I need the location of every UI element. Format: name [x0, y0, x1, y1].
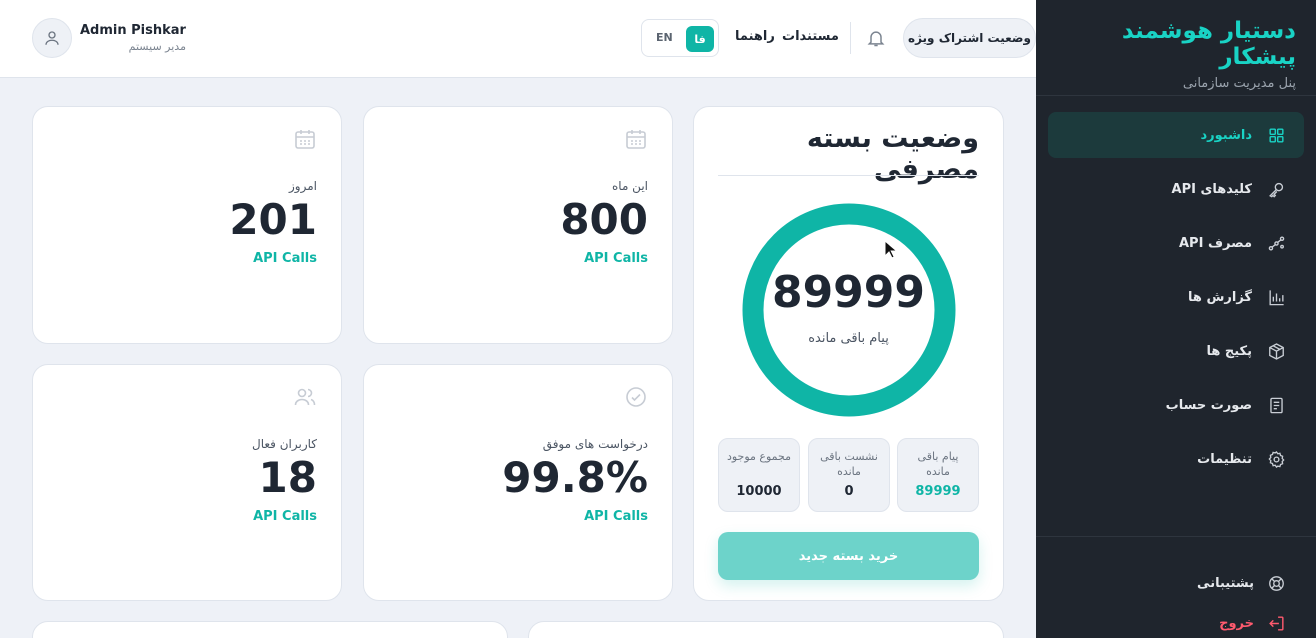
bottom-card-left	[32, 621, 508, 638]
user-name: Admin Pishkar	[80, 23, 186, 38]
top-header: Admin Pishkar مدیر سیستم EN فا راهنما مس…	[0, 0, 1036, 78]
stat-unit: API Calls	[253, 509, 317, 524]
logout-icon	[1266, 613, 1286, 633]
bar-chart-icon	[1266, 287, 1286, 307]
brand: دستیار هوشمند پیشکار پنل مدیریت سازمانی	[1036, 0, 1316, 96]
sidebar-item-label: گزارش ها	[1188, 289, 1252, 305]
mouse-cursor-icon	[884, 240, 898, 259]
user-icon	[45, 31, 59, 45]
grid-icon	[1266, 125, 1286, 145]
stat-value: 99.8%	[502, 453, 648, 502]
stat-card-successful-requests: درخواست های موفق 99.8% API Calls	[363, 364, 673, 601]
sidebar-item-api-keys[interactable]: کلیدهای API	[1048, 166, 1304, 212]
invoice-icon	[1266, 395, 1286, 415]
avatar[interactable]	[32, 18, 72, 58]
stat-card-today: امروز 201 API Calls	[32, 106, 342, 344]
logout-link[interactable]: خروج	[1036, 603, 1316, 638]
mini-remaining-messages: پیام باقی مانده 89999	[897, 438, 979, 512]
users-icon	[294, 388, 316, 406]
route-icon	[1266, 233, 1286, 253]
sidebar-item-label: صورت حساب	[1165, 397, 1252, 413]
sidebar-item-api-usage[interactable]: مصرف API	[1048, 220, 1304, 266]
gear-icon	[1266, 449, 1286, 469]
support-label: پشتیبانی	[1197, 575, 1254, 591]
lifebuoy-icon	[1266, 573, 1286, 593]
calendar-icon	[295, 130, 315, 149]
stat-label: این ماه	[612, 179, 648, 193]
logout-label: خروج	[1219, 615, 1254, 631]
remaining-value: 89999	[771, 267, 926, 318]
stat-card-active-users: کاربران فعال 18 API Calls	[32, 364, 342, 601]
sidebar-item-packages[interactable]: پکیج ها	[1048, 328, 1304, 374]
package-divider	[718, 175, 979, 176]
subscription-status-button[interactable]: وضعیت اشتراک ویژه	[903, 18, 1036, 58]
stat-unit: API Calls	[584, 251, 648, 266]
brand-subtitle: پنل مدیریت سازمانی	[1182, 76, 1296, 91]
remaining-label: پیام باقی مانده	[808, 331, 889, 346]
sidebar-item-label: کلیدهای API	[1171, 181, 1252, 197]
notifications-button[interactable]	[866, 28, 888, 50]
sidebar-item-label: پکیج ها	[1206, 343, 1252, 359]
sidebar-item-label: تنظیمات	[1197, 451, 1252, 467]
stat-label: درخواست های موفق	[542, 437, 648, 451]
lang-fa-option[interactable]: فا	[686, 26, 714, 52]
user-role: مدیر سیستم	[128, 40, 186, 53]
key-icon	[1266, 179, 1286, 199]
stat-label: کاربران فعال	[252, 437, 317, 451]
sidebar-item-label: داشبورد	[1200, 127, 1252, 143]
sidebar-item-reports[interactable]: گزارش ها	[1048, 274, 1304, 320]
bottom-card-right	[528, 621, 1004, 638]
stat-unit: API Calls	[253, 251, 317, 266]
mini-remaining-sessions: نشست باقی مانده 0	[808, 438, 890, 512]
user-profile[interactable]: Admin Pishkar مدیر سیستم	[32, 18, 186, 58]
sidebar-item-dashboard[interactable]: داشبورد	[1048, 112, 1304, 158]
mini-value: 0	[844, 484, 854, 499]
stat-value: 201	[229, 195, 317, 244]
stat-value: 800	[560, 195, 648, 244]
stat-label: امروز	[289, 179, 317, 193]
guide-link[interactable]: راهنما	[735, 29, 775, 44]
check-circle-icon	[626, 387, 646, 407]
package-status-card: وضعیت بسته مصرفی 89999 پیام باقی مانده پ…	[693, 106, 1004, 601]
brand-title: دستیار هوشمند پیشکار	[1121, 18, 1296, 70]
lang-en-option[interactable]: EN	[656, 31, 673, 44]
mini-value: 10000	[736, 484, 782, 499]
bell-icon	[867, 31, 885, 47]
mini-total-available: مجموع موجود 10000	[718, 438, 800, 512]
package-icon	[1266, 341, 1286, 361]
mini-label: پیام باقی مانده	[917, 450, 959, 478]
mini-value: 89999	[915, 484, 961, 499]
mini-label: نشست باقی مانده	[820, 450, 878, 478]
header-divider	[850, 22, 851, 54]
sidebar: دستیار هوشمند پیشکار پنل مدیریت سازمانی …	[1036, 0, 1316, 638]
stat-value: 18	[258, 453, 317, 502]
support-link[interactable]: پشتیبانی	[1036, 563, 1316, 603]
buy-new-package-button[interactable]: خرید بسته جدید	[718, 532, 979, 580]
sidebar-item-settings[interactable]: تنظیمات	[1048, 436, 1304, 482]
language-switcher: EN فا	[641, 19, 719, 57]
docs-link[interactable]: مستندات	[782, 29, 839, 44]
mini-label: مجموع موجود	[726, 450, 792, 463]
sidebar-item-label: مصرف API	[1178, 235, 1252, 251]
sidebar-nav: داشبورد کلیدهای API مصرف API گزارش ها پک…	[1036, 96, 1316, 482]
stat-unit: API Calls	[584, 509, 648, 524]
stat-card-this-month: این ماه 800 API Calls	[363, 106, 673, 344]
sidebar-footer: پشتیبانی خروج	[1036, 536, 1316, 638]
sidebar-item-invoice[interactable]: صورت حساب	[1048, 382, 1304, 428]
calendar-icon	[626, 130, 646, 149]
